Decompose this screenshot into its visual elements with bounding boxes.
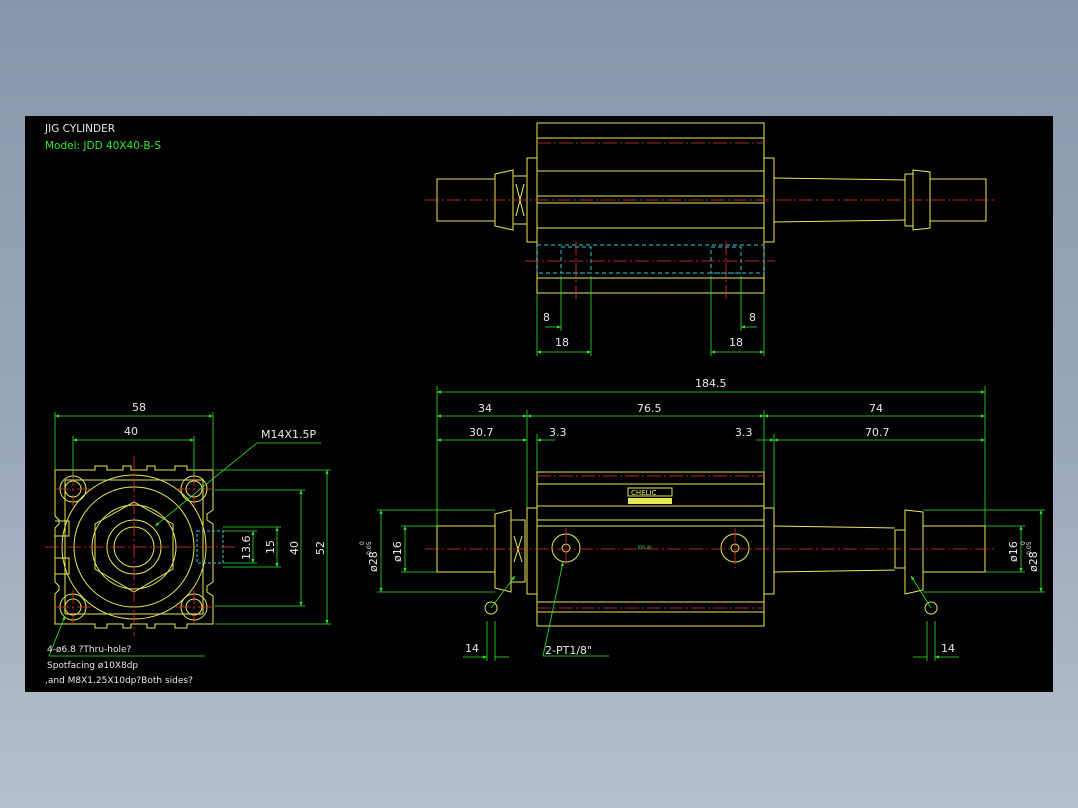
hole-note-line-2: Spotfacing ø10X8dp (47, 661, 138, 671)
dim-dia16-left: ø16 (391, 541, 404, 562)
tol-lower-right: -0.05 (1026, 541, 1033, 557)
thread-label: M14X1.5P (261, 428, 317, 441)
dim-3-3-right: 3.3 (735, 426, 753, 439)
top-dim-left-18: 18 (555, 336, 569, 349)
dim-30-7: 30.7 (469, 426, 494, 439)
end-dim-58: 58 (132, 401, 146, 414)
hole-note-line-3: ,and M8X1.25X10dp?Both sides? (45, 676, 193, 686)
dim-70-7: 70.7 (865, 426, 890, 439)
top-dim-right-18: 18 (729, 336, 743, 349)
dim-overall-184-5: 184.5 (695, 377, 727, 390)
end-view: 58 40 13.6 15 40 52 M14X1.5P 4-ø6.8 ?Thr… (45, 401, 331, 686)
dim-3-3-left: 3.3 (549, 426, 567, 439)
dim-14-right: 14 (941, 642, 955, 655)
cad-drawing: 8 18 8 18 58 40 13.6 15 40 52 M14X1.5P 4… (45, 122, 1045, 686)
dim-76-5: 76.5 (637, 402, 662, 415)
end-dim-15: 15 (264, 540, 277, 554)
end-dim-40-width: 40 (124, 425, 138, 438)
dim-34: 34 (478, 402, 492, 415)
port-label: 2-PT1/8" (545, 644, 592, 657)
end-dim-13-6: 13.6 (240, 536, 253, 561)
end-dim-40-height: 40 (288, 541, 301, 555)
dim-dia16-right: ø16 (1007, 541, 1020, 562)
tol-upper-left: 0 (359, 541, 366, 545)
dim-14-left: 14 (465, 642, 479, 655)
svg-text:CHELIC: CHELIC (631, 489, 657, 497)
end-dim-52: 52 (314, 541, 327, 555)
front-view: CHELIC JDD 40 184.5 34 76.5 74 30.7 3.3 … (359, 377, 1045, 661)
hole-note-line-1: 4-ø6.8 ?Thru-hole? (47, 645, 132, 655)
top-dim-left-8: 8 (543, 311, 550, 324)
tol-lower-left: -0.05 (366, 541, 373, 557)
chelic-logo: CHELIC (627, 487, 673, 504)
top-view: 8 18 8 18 (425, 122, 997, 356)
top-dim-right-8: 8 (749, 311, 756, 324)
dim-74: 74 (869, 402, 883, 415)
drawing-viewport[interactable]: JIG CYLINDER Model: JDD 40X40-B-S 8 18 8… (25, 116, 1053, 692)
top-cylinder-body (536, 122, 765, 294)
